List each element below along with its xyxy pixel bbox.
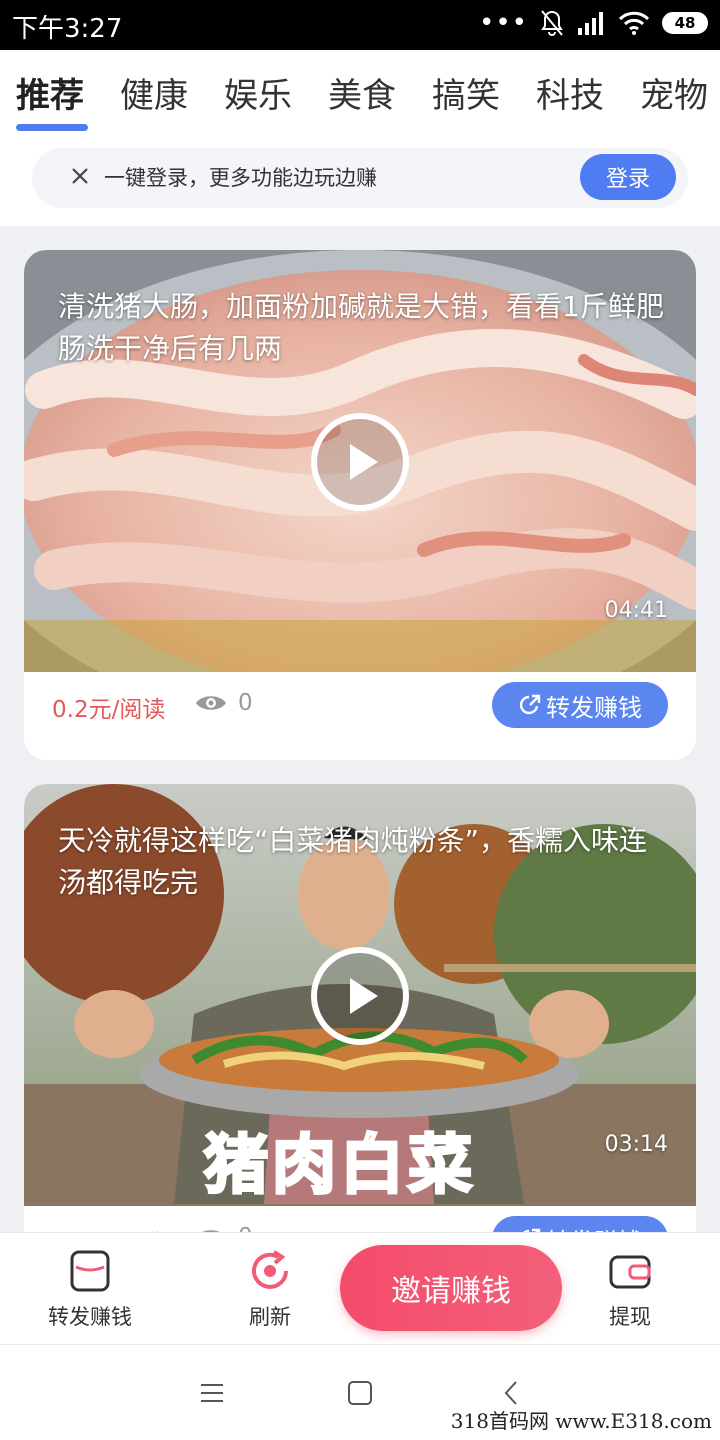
tab-funny[interactable]: 搞笑 [432,68,500,117]
view-count-value: 0 [238,1224,253,1232]
video-thumbnail[interactable]: 猪肉白菜 天冷就得这样吃“白菜猪肉炖粉条”，香糯入味连汤都得吃完 03:14 [24,784,696,1206]
nav-withdraw[interactable]: 提现 [570,1249,690,1331]
refresh-icon [252,1250,288,1289]
eye-icon [196,696,226,710]
tab-health[interactable]: 健康 [120,68,188,117]
menu-icon[interactable] [198,1379,226,1407]
status-icons: ••• 48 [479,9,708,37]
nav-share-earn[interactable]: 转发赚钱 [30,1249,150,1331]
view-count-value: 0 [238,690,253,716]
play-icon[interactable] [310,412,410,512]
view-count: 0 [194,1224,253,1232]
video-title[interactable]: 天冷就得这样吃“白菜猪肉炖粉条”，香糯入味连汤都得吃完 [58,820,668,904]
nav-refresh[interactable]: 刷新 [210,1249,330,1331]
reward-rate: 0.2元/阅读 [52,697,166,723]
login-area: 一键登录，更多功能边玩边赚 登录 [0,136,720,226]
login-prompt-text: 一键登录，更多功能边玩边赚 [104,166,377,190]
wallet-icon [609,1255,651,1289]
category-tabs: 推荐 健康 娱乐 美食 搞笑 科技 宠物 [0,50,720,136]
video-duration: 03:14 [604,1132,668,1157]
share-earn-label: 转发赚钱 [546,1222,642,1233]
home-icon[interactable] [346,1379,374,1407]
dish-overlay-text: 猪肉白菜 [203,1127,476,1205]
video-card[interactable]: 清洗猪大肠，加面粉加碱就是大错，看看1斤鲜肥肠洗干净后有几两 04:41 0.2… [24,250,696,760]
tab-recommended[interactable]: 推荐 [16,68,84,117]
video-thumbnail[interactable]: 清洗猪大肠，加面粉加碱就是大错，看看1斤鲜肥肠洗干净后有几两 04:41 [24,250,696,672]
bell-off-icon [541,10,563,36]
video-title[interactable]: 清洗猪大肠，加面粉加碱就是大错，看看1斤鲜肥肠洗干净后有几两 [58,286,668,370]
nav-withdraw-label: 提现 [609,1305,651,1329]
video-card[interactable]: 猪肉白菜 天冷就得这样吃“白菜猪肉炖粉条”，香糯入味连汤都得吃完 03:14 0… [24,784,696,1232]
watermark-text: 318首码网 www.E318.com [450,1409,712,1433]
status-bar: 下午3:27 ••• 48 [0,0,720,50]
view-count: 0 [194,690,253,716]
active-tab-indicator [16,124,88,131]
share-doc-icon [70,1250,110,1292]
card-footer: 0.2元/阅读 0 转发赚钱 [24,1206,696,1232]
back-icon[interactable] [498,1379,526,1407]
close-icon[interactable] [68,164,92,188]
play-icon[interactable] [310,946,410,1046]
battery-indicator: 48 [662,12,708,34]
share-earn-label: 转发赚钱 [546,693,642,722]
reward-rate: 0.2元/阅读 [52,1224,165,1232]
status-time: 下午3:27 [12,14,123,44]
more-dots-icon: ••• [478,8,528,38]
tab-entertainment[interactable]: 娱乐 [224,68,292,117]
video-duration: 04:41 [604,598,668,623]
video-feed[interactable]: 清洗猪大肠，加面粉加碱就是大错，看看1斤鲜肥肠洗干净后有几两 04:41 0.2… [0,226,720,1232]
tab-pets[interactable]: 宠物 [640,68,708,117]
login-button[interactable]: 登录 [580,154,676,200]
share-earn-button[interactable]: 转发赚钱 [492,682,668,728]
invite-earn-button[interactable]: 邀请赚钱 [340,1245,562,1331]
tab-food[interactable]: 美食 [328,68,396,117]
nav-refresh-label: 刷新 [249,1305,291,1329]
signal-icon [578,12,603,35]
nav-share-earn-label: 转发赚钱 [48,1305,132,1329]
card-footer: 0.2元/阅读 0 转发赚钱 [24,672,696,760]
bottom-nav: 转发赚钱 刷新 邀请赚钱 提现 [0,1232,720,1344]
login-banner: 一键登录，更多功能边玩边赚 登录 [32,148,688,208]
tab-tech[interactable]: 科技 [536,68,604,117]
wifi-icon [618,11,650,35]
share-earn-button[interactable]: 转发赚钱 [492,1216,668,1232]
share-icon [519,694,541,715]
system-nav-bar: 318首码网 www.E318.com [0,1344,720,1440]
